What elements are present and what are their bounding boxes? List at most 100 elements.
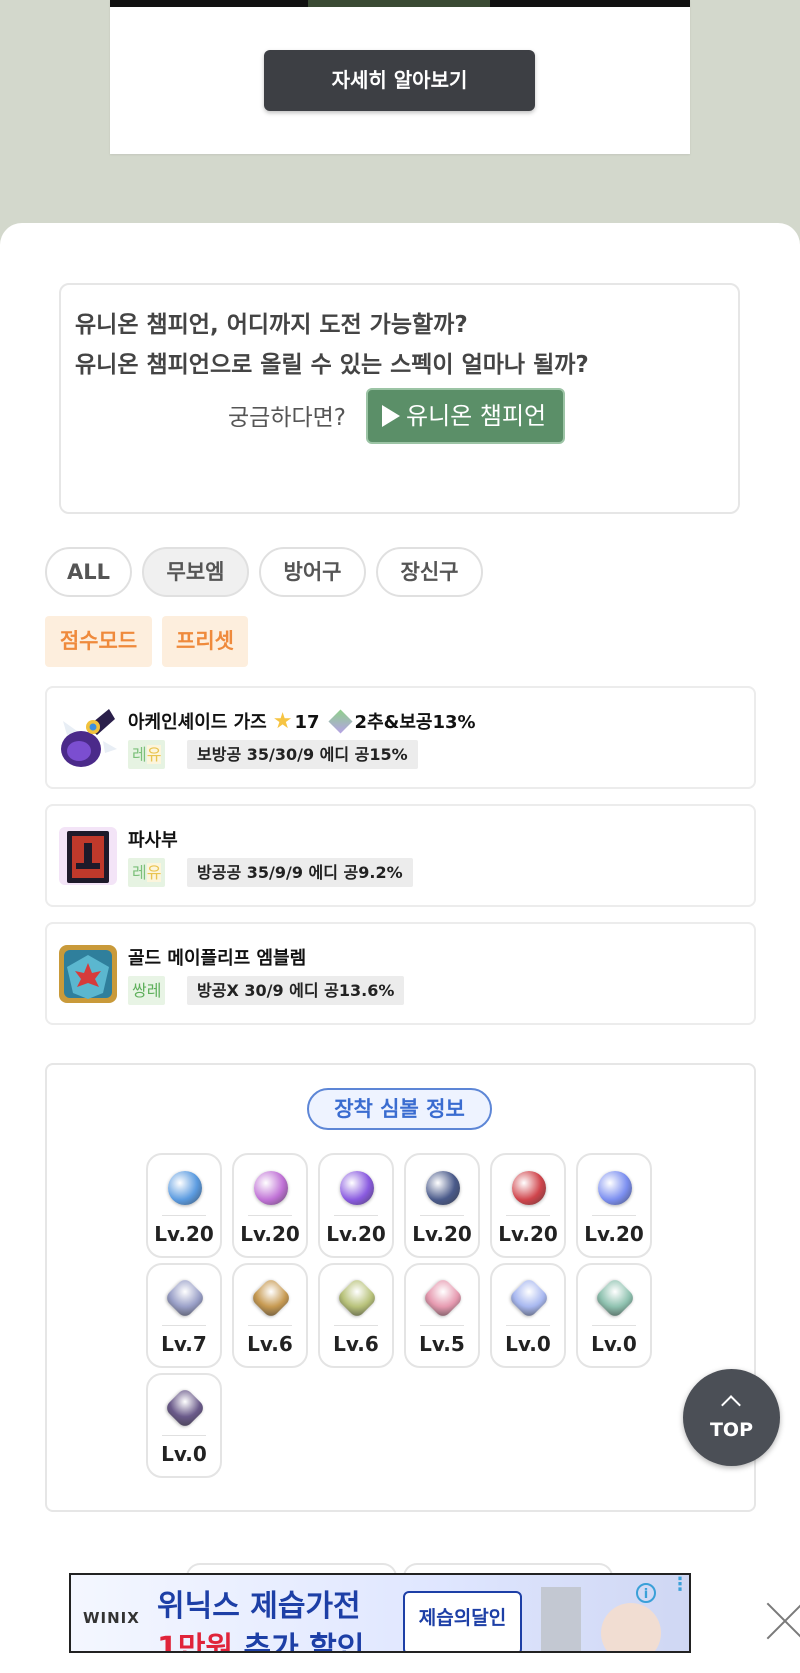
divider [592, 1215, 636, 1216]
potential-rarity-badge: 레유 [128, 858, 166, 887]
arcus-symbol-icon [249, 1276, 293, 1320]
symbol-level: Lv.20 [326, 1222, 386, 1246]
play-icon [382, 405, 400, 427]
vanishing-journey-symbol-icon [168, 1171, 202, 1205]
ad-image-strip [110, 0, 690, 7]
divider [162, 1325, 206, 1326]
symbol-card[interactable]: Lv.20 [404, 1153, 480, 1258]
promo-question-2: 유니온 챔피언으로 올릴 수 있는 스펙이 얼마나 될까? [75, 352, 589, 378]
potential-summary: 방공X 30/9 에디 공13.6% [187, 976, 405, 1005]
union-champion-label: 유니온 챔피언 [406, 402, 547, 430]
potential-summary: 보방공 35/30/9 에디 공15% [187, 740, 418, 769]
divider [248, 1325, 292, 1326]
ad-model-image [601, 1603, 661, 1651]
shangri-la-symbol-icon [421, 1276, 465, 1320]
divider [420, 1215, 464, 1216]
filter-weapon-secondary-emblem[interactable]: 무보엠 [142, 547, 249, 597]
symbol-card[interactable]: Lv.5 [404, 1263, 480, 1368]
ad-headline: 위닉스 제습가전 [157, 1589, 361, 1624]
cernium-symbol-icon [163, 1276, 207, 1320]
arcane-shade-gauntlet-icon [61, 709, 117, 767]
filter-all[interactable]: ALL [45, 547, 132, 597]
ad-info-icon[interactable]: i [636, 1583, 656, 1603]
symbol-level: Lv.20 [584, 1222, 644, 1246]
symbol-level: Lv.6 [247, 1332, 293, 1356]
star-force-count: 17 [294, 712, 320, 733]
union-champion-promo: 유니온 챔피언, 어디까지 도전 가능할까? 유니온 챔피언으로 올릴 수 있는… [59, 283, 740, 514]
promo-ask: 궁금하다면? [228, 405, 347, 431]
filter-accessory[interactable]: 장신구 [376, 547, 483, 597]
score-mode-button[interactable]: 점수모드 [45, 616, 152, 667]
divider [162, 1215, 206, 1216]
union-champion-button[interactable]: 유니온 챔피언 [366, 388, 565, 444]
symbol-level: Lv.0 [591, 1332, 637, 1356]
morass-symbol-icon [512, 1171, 546, 1205]
close-ad-icon[interactable] [760, 1601, 800, 1641]
symbol-card[interactable]: Lv.20 [318, 1153, 394, 1258]
ad-product-image [541, 1587, 581, 1651]
symbol-level: Lv.0 [505, 1332, 551, 1356]
lachelein-symbol-icon [340, 1171, 374, 1205]
symbol-card[interactable]: Lv.7 [146, 1263, 222, 1368]
divider [334, 1325, 378, 1326]
preset-button[interactable]: 프리셋 [162, 616, 248, 667]
scroll-top-button[interactable]: TOP [683, 1369, 780, 1466]
item-name: 골드 메이플리프 엠블렘 [128, 948, 307, 969]
symbol-level: Lv.20 [412, 1222, 472, 1246]
promo-question-1: 유니온 챔피언, 어디까지 도전 가능할까? [75, 312, 468, 338]
divider [592, 1325, 636, 1326]
symbol-card[interactable]: Lv.6 [318, 1263, 394, 1368]
odium-symbol-icon [335, 1276, 379, 1320]
gold-maple-leaf-emblem-icon [59, 945, 117, 1003]
top-label: TOP [709, 1419, 754, 1441]
bottom-ad-banner[interactable]: WINIX 위닉스 제습가전 1만원 추가 할인 제습의달인 i ⋮ [69, 1573, 691, 1653]
item-card[interactable]: 골드 메이플리프 엠블렘 쌍레 방공X 30/9 에디 공13.6% [45, 922, 756, 1025]
flame-option: 2추&보공13% [354, 712, 476, 733]
star-icon: ★ [272, 709, 293, 734]
symbol-card[interactable]: Lv.0 [490, 1263, 566, 1368]
symbol-info-title: 장착 심볼 정보 [307, 1088, 492, 1130]
symbol-level: Lv.7 [161, 1332, 207, 1356]
item-card[interactable]: 파사부 레유 방공공 35/9/9 에디 공9.2% [45, 804, 756, 907]
symbol-card[interactable]: Lv.20 [576, 1153, 652, 1258]
divider [420, 1325, 464, 1326]
ad-menu-icon[interactable]: ⋮ [671, 1576, 689, 1594]
symbol-card[interactable]: Lv.20 [490, 1153, 566, 1258]
symbol-card[interactable]: Lv.0 [576, 1263, 652, 1368]
symbol-card[interactable]: Lv.20 [232, 1153, 308, 1258]
flame-gem-icon [328, 709, 353, 734]
item-name: 아케인셰이드 가즈 [128, 712, 267, 733]
potential-rarity-badge: 쌍레 [128, 976, 166, 1005]
symbol-level: Lv.20 [240, 1222, 300, 1246]
item-name-line: 아케인셰이드 가즈 ★ 17 2추&보공13% [128, 708, 476, 734]
learn-more-button[interactable]: 자세히 알아보기 [264, 50, 535, 111]
pasabu-talisman-icon [59, 827, 117, 885]
esfera-symbol-icon [598, 1171, 632, 1205]
chu-chu-symbol-icon [254, 1171, 288, 1205]
carcion-symbol-icon [593, 1276, 637, 1320]
divider [248, 1215, 292, 1216]
divider [334, 1215, 378, 1216]
divider [506, 1215, 550, 1216]
potential-rarity-badge: 레유 [128, 740, 166, 769]
divider [506, 1325, 550, 1326]
symbol-card[interactable]: Lv.0 [146, 1373, 222, 1478]
arcana-symbol-icon [426, 1171, 460, 1205]
symbol-level: Lv.0 [161, 1442, 207, 1466]
item-name: 파사부 [128, 830, 178, 851]
symbol-level: Lv.20 [498, 1222, 558, 1246]
symbol-card[interactable]: Lv.6 [232, 1263, 308, 1368]
tallahart-symbol-icon [163, 1386, 207, 1430]
top-ad-banner[interactable]: 자세히 알아보기 [110, 0, 690, 154]
ad-subline: 1만원 추가 할인 [157, 1631, 365, 1653]
symbol-level: Lv.20 [154, 1222, 214, 1246]
symbol-level: Lv.6 [333, 1332, 379, 1356]
symbol-card[interactable]: Lv.20 [146, 1153, 222, 1258]
ad-badge: 제습의달인 [403, 1591, 522, 1651]
divider [162, 1435, 206, 1436]
arteria-symbol-icon [507, 1276, 551, 1320]
potential-summary: 방공공 35/9/9 에디 공9.2% [187, 858, 413, 887]
filter-armor[interactable]: 방어구 [259, 547, 366, 597]
symbol-level: Lv.5 [419, 1332, 465, 1356]
item-card[interactable]: 아케인셰이드 가즈 ★ 17 2추&보공13% 레유 보방공 35/30/9 에디 공… [45, 686, 756, 789]
